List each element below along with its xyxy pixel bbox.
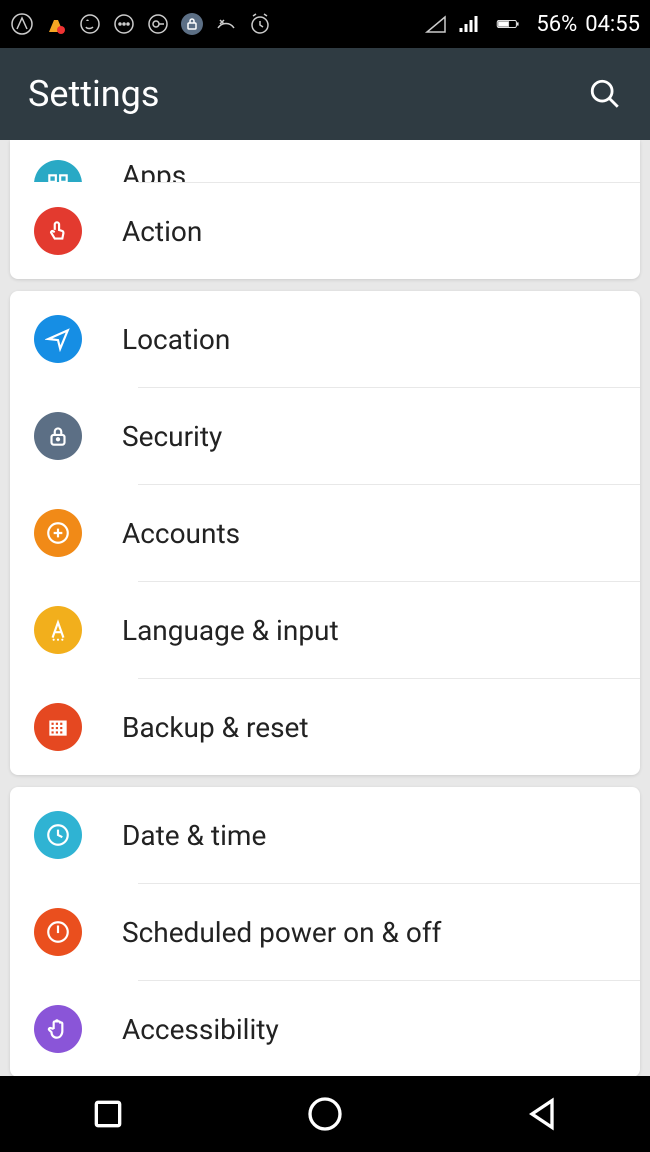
- settings-item-schedpower[interactable]: Scheduled power on & off: [10, 884, 640, 980]
- settings-item-label: Accounts: [122, 517, 240, 550]
- app-bar: Settings: [0, 48, 650, 140]
- grid-icon: [34, 703, 82, 751]
- settings-item-label: Scheduled power on & off: [122, 916, 441, 949]
- page-title: Settings: [28, 73, 588, 115]
- status-missed-call-icon: [214, 12, 238, 36]
- settings-item-label: Language & input: [122, 614, 339, 647]
- status-battery-pct: 56%: [536, 12, 577, 37]
- letter-a-icon: [34, 606, 82, 654]
- status-cleaner-icon: [44, 12, 68, 36]
- search-icon: [588, 77, 622, 111]
- settings-group: Location Security Accounts: [10, 291, 640, 775]
- settings-group: Apps Action: [10, 140, 640, 279]
- settings-item-label: Backup & reset: [122, 711, 309, 744]
- circle-icon: [305, 1094, 345, 1134]
- hand-icon: [34, 1005, 82, 1053]
- nav-home-button[interactable]: [305, 1094, 345, 1134]
- settings-item-label: Apps: [122, 159, 186, 182]
- status-app-icon: [10, 12, 34, 36]
- square-icon: [88, 1094, 128, 1134]
- settings-item-backup[interactable]: Backup & reset: [10, 679, 640, 775]
- status-clock: 04:55: [585, 12, 640, 37]
- power-icon: [34, 908, 82, 956]
- hand-tap-icon: [34, 207, 82, 255]
- status-battery-icon: [488, 12, 528, 36]
- settings-item-label: Date & time: [122, 819, 266, 852]
- status-signal-triangle-icon: [424, 12, 448, 36]
- status-lock-icon: [180, 12, 204, 36]
- status-key-icon: [146, 12, 170, 36]
- settings-list: Apps Action Location: [0, 140, 650, 1076]
- status-signal-bars-icon: [456, 12, 480, 36]
- status-whatsapp-icon: [78, 12, 102, 36]
- settings-item-language[interactable]: Language & input: [10, 582, 640, 678]
- settings-item-apps[interactable]: Apps: [10, 140, 640, 182]
- status-bar: 56% 04:55: [0, 0, 650, 48]
- settings-item-label: Security: [122, 420, 222, 453]
- nav-recent-button[interactable]: [88, 1094, 128, 1134]
- settings-group: Date & time Scheduled power on & off Acc…: [10, 787, 640, 1076]
- clock-icon: [34, 811, 82, 859]
- apps-icon: [34, 160, 82, 182]
- settings-item-security[interactable]: Security: [10, 388, 640, 484]
- settings-item-accounts[interactable]: Accounts: [10, 485, 640, 581]
- nav-bar: [0, 1076, 650, 1152]
- status-alarm-icon: [248, 12, 272, 36]
- settings-item-accessibility[interactable]: Accessibility: [10, 981, 640, 1076]
- plus-circle-icon: [34, 509, 82, 557]
- status-chat-icon: [112, 12, 136, 36]
- settings-item-label: Accessibility: [122, 1013, 279, 1046]
- paper-plane-icon: [34, 315, 82, 363]
- settings-item-label: Location: [122, 323, 230, 356]
- settings-item-datetime[interactable]: Date & time: [10, 787, 640, 883]
- nav-back-button[interactable]: [522, 1094, 562, 1134]
- lock-icon: [34, 412, 82, 460]
- settings-item-action[interactable]: Action: [10, 183, 640, 279]
- settings-item-location[interactable]: Location: [10, 291, 640, 387]
- settings-item-label: Action: [122, 215, 202, 248]
- triangle-back-icon: [522, 1094, 562, 1134]
- search-button[interactable]: [588, 77, 622, 111]
